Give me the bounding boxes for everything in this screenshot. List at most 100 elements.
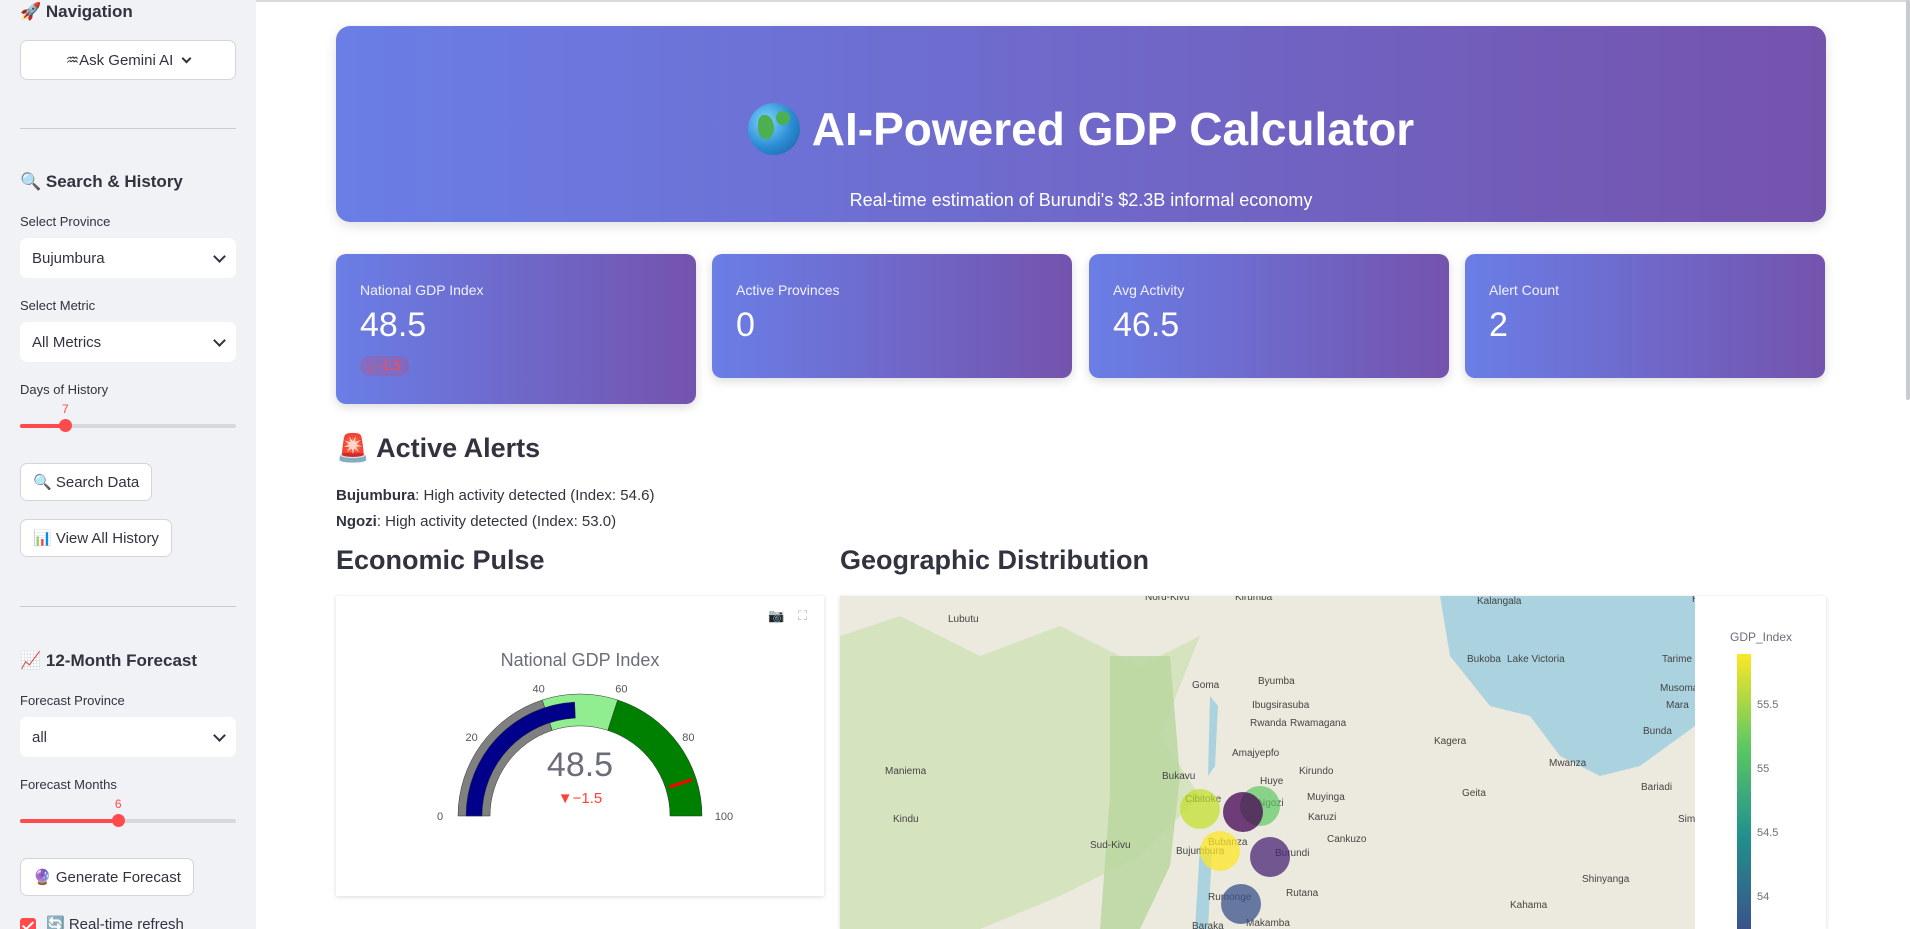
sidebar: 🚀 Navigation ♒Ask Gemini AI 🔍 Search & H…	[0, 0, 256, 929]
nav-page-select[interactable]: ♒Ask Gemini AI	[20, 40, 236, 80]
metric-label: National GDP Index	[360, 282, 484, 298]
search-data-button[interactable]: 🔍 Search Data	[20, 463, 153, 501]
gauge-value: 48.5	[547, 746, 613, 784]
map-place-label: Goma	[1192, 680, 1220, 691]
metric-select[interactable]: All Metrics	[20, 322, 236, 362]
chevron-down-icon	[213, 249, 226, 263]
province-select[interactable]: Bujumbura	[20, 238, 236, 278]
gauge-chart: 📷 ⛶ National GDP Index 48.5 ▼−1.5 0 20 40 6…	[336, 596, 824, 896]
alert-item: Ngozi: High activity detected (Index: 53…	[336, 513, 616, 530]
map-place-label: Bukoba	[1467, 654, 1501, 665]
map-place-label: Rwamagana	[1290, 718, 1347, 729]
metric-card-provinces: Active Provinces 0	[712, 254, 1072, 378]
map-place-label: Rutana	[1286, 888, 1319, 899]
geo-map[interactable]: Nord-Kivu Kirumba Lubutu Goma Byumba Rwanda Rw…	[840, 596, 1826, 929]
province-marker-cibitoke[interactable]	[1180, 789, 1220, 829]
map-place-label: Kahama	[1510, 900, 1548, 911]
alert-province: Bujumbura	[336, 487, 416, 504]
page-subtitle: Real-time estimation of Burundi's $2.3B …	[849, 190, 1313, 210]
colorbar-tick-label: 55	[1757, 763, 1769, 775]
days-slider-thumb[interactable]	[59, 419, 73, 432]
map-place-label: Kalangala	[1477, 596, 1522, 607]
gauge-tick-label: 80	[682, 732, 694, 744]
metric-label: Alert Count	[1489, 282, 1560, 298]
realtime-checkbox[interactable]	[20, 918, 36, 929]
days-slider[interactable]: 7	[20, 402, 236, 432]
map-place-label: Nord-Kivu	[1145, 596, 1189, 603]
metric-card-activity: Avg Activity 46.5	[1089, 254, 1449, 378]
province-value: Bujumbura	[32, 249, 105, 267]
metric-value: 0	[736, 306, 755, 344]
generate-forecast-button[interactable]: 🔮 Generate Forecast	[20, 858, 194, 896]
forecast-months-slider[interactable]: 6	[20, 797, 236, 827]
colorbar-tick-label: 54	[1757, 891, 1769, 903]
province-marker-gitega[interactable]	[1250, 837, 1290, 877]
metric-label: Avg Activity	[1113, 282, 1185, 298]
province-label: Select Province	[20, 214, 111, 229]
map-place-label: Bunda	[1643, 726, 1672, 737]
map-svg[interactable]: Nord-Kivu Kirumba Lubutu Goma Byumba Rwanda Rw…	[840, 596, 1826, 929]
alerts-title: 🚨 Active Alerts	[336, 433, 541, 463]
nav-title: 🚀 Navigation	[20, 2, 133, 21]
map-place-label: Shinyanga	[1582, 874, 1630, 885]
chevron-down-icon	[181, 53, 192, 64]
top-border	[256, 0, 1910, 2]
map-place-label: Musoma	[1660, 683, 1699, 694]
map-place-label: Cankuzo	[1327, 834, 1367, 845]
alert-text: : High activity detected (Index: 54.6)	[415, 487, 655, 504]
divider	[20, 128, 236, 129]
forecast-province-label: Forecast Province	[20, 693, 125, 708]
colorbar-tick-label: 55.5	[1757, 699, 1778, 711]
metric-card-alerts: Alert Count 2	[1465, 254, 1825, 378]
map-place-label: Bukavu	[1162, 771, 1195, 782]
page-scrollbar[interactable]	[1906, 0, 1910, 400]
map-place-label: Kirundo	[1299, 766, 1334, 777]
months-slider-value: 6	[114, 797, 122, 811]
fullscreen-icon[interactable]: ⛶	[798, 608, 814, 623]
province-marker-kayanza[interactable]	[1223, 792, 1263, 832]
gauge-tick-label: 60	[615, 684, 627, 696]
page-title-text: AI-Powered GDP Calculator	[811, 103, 1415, 155]
province-marker-rumonge[interactable]	[1221, 884, 1261, 924]
alert-province: Ngozi	[336, 513, 377, 530]
map-place-label: Baraka	[1192, 921, 1224, 929]
map-place-label: Ibugsirasuba	[1252, 700, 1310, 711]
geo-title: Geographic Distribution	[840, 545, 1150, 575]
page-title: AI-Powered GDP Calculator	[336, 102, 1826, 156]
realtime-label: 🔄 Real-time refresh	[46, 916, 184, 929]
chevron-down-icon	[213, 333, 226, 347]
map-place-label: Lubutu	[948, 614, 979, 625]
colorbar	[1737, 654, 1751, 929]
camera-icon[interactable]: 📷	[768, 608, 784, 623]
months-slider-thumb[interactable]	[112, 814, 126, 827]
colorbar-title: GDP_Index	[1730, 630, 1792, 644]
map-place-label: Geita	[1462, 788, 1486, 799]
gauge-title: National GDP Index	[501, 650, 660, 670]
forecast-province-value: all	[32, 728, 48, 746]
days-label: Days of History	[20, 382, 109, 397]
gauge-tick-label: 100	[715, 811, 733, 823]
map-place-label: Kagera	[1434, 736, 1467, 747]
nav-page-label: ♒Ask Gemini AI	[65, 52, 174, 69]
gauge-step-high	[607, 699, 703, 817]
gauge-tick-label: 40	[532, 684, 544, 696]
forecast-province-select[interactable]: all	[20, 717, 236, 757]
map-place-label: Amajyepfo	[1232, 748, 1280, 759]
search-history-title: 🔍 Search & History	[20, 172, 183, 191]
map-place-label: Tarime	[1662, 654, 1692, 665]
province-marker-bujumbura[interactable]	[1200, 831, 1240, 871]
map-place-label: Rwanda	[1250, 718, 1287, 729]
metric-delta: ↓ -1.5	[360, 356, 409, 376]
gauge-delta: ▼−1.5	[558, 790, 602, 807]
hero-banner: AI-Powered GDP Calculator Real-time esti…	[336, 26, 1826, 222]
map-place-label: Bariadi	[1641, 782, 1672, 793]
gauge-svg: National GDP Index 48.5 ▼−1.5 0 20 40 60 80 1…	[437, 650, 733, 823]
metric-label: Select Metric	[20, 298, 96, 313]
alert-item: Bujumbura: High activity detected (Index…	[336, 487, 654, 504]
map-place-label: Muyinga	[1307, 792, 1345, 803]
metric-value: 46.5	[1113, 306, 1180, 344]
map-place-label: Karuzi	[1308, 812, 1336, 823]
metric-value: 48.5	[360, 306, 427, 344]
view-history-button[interactable]: 📊 View All History	[20, 519, 172, 557]
days-slider-value: 7	[62, 402, 69, 416]
